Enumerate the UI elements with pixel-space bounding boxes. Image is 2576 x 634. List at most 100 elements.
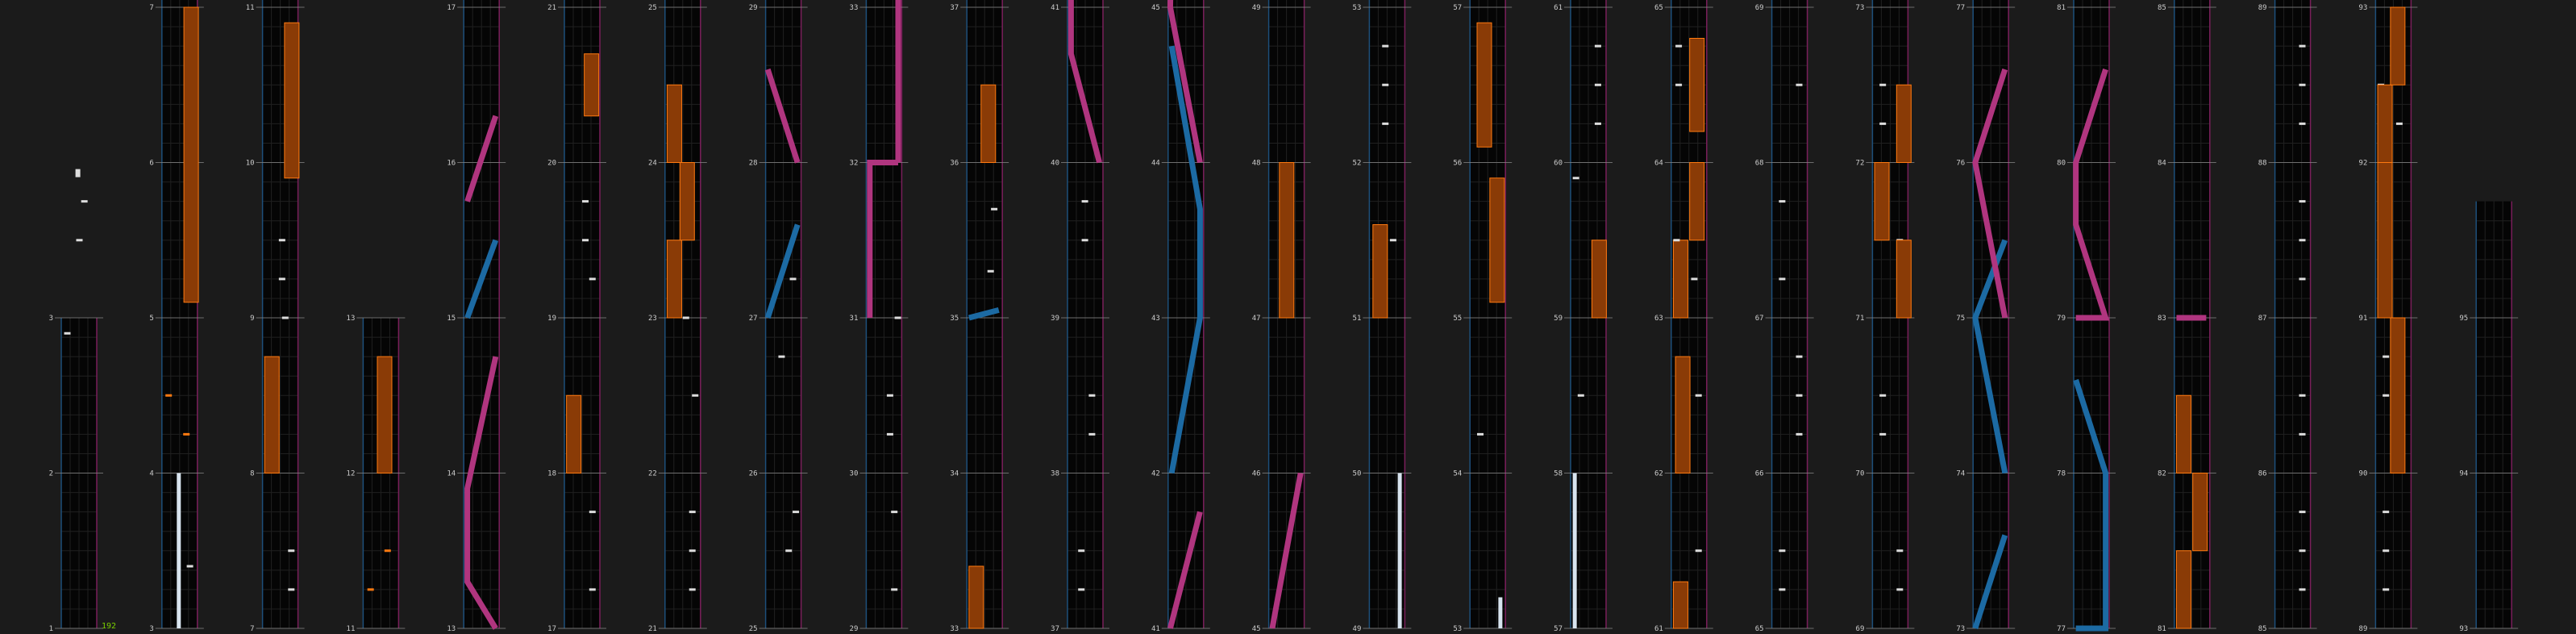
hold-note <box>1689 38 1705 132</box>
hold-note <box>666 84 682 163</box>
tap-note <box>689 588 696 591</box>
measure-number: 37 <box>1051 625 1059 633</box>
measure-number: 93 <box>2459 625 2468 633</box>
measure-number: 54 <box>1453 470 1462 478</box>
tap-note <box>288 588 295 591</box>
tap-note <box>1695 549 1702 553</box>
measure-number: 85 <box>2158 4 2166 12</box>
measure-number: 24 <box>648 160 657 168</box>
measure-number: 72 <box>1856 160 1865 168</box>
tap-note <box>1389 239 1396 242</box>
tap-note <box>1088 394 1096 397</box>
tap-note <box>2299 394 2306 397</box>
measure-number: 11 <box>347 625 356 633</box>
measure-number: 82 <box>2158 470 2166 478</box>
hold-note <box>1689 162 1705 241</box>
tap-note <box>2382 511 2390 514</box>
tap-note <box>1088 432 1096 436</box>
tap-note <box>891 588 898 591</box>
tap-note <box>689 511 696 514</box>
measure-number: 79 <box>2057 315 2066 323</box>
measure-number: 40 <box>1051 160 1059 168</box>
tap-note <box>1594 122 1601 125</box>
measure-number: 7 <box>250 625 254 633</box>
measure-number: 94 <box>2459 470 2468 478</box>
tap-note <box>991 207 998 211</box>
tap-note <box>75 169 81 177</box>
hold-note <box>2175 550 2191 629</box>
tap-note <box>2395 122 2403 125</box>
tap-note <box>76 239 83 242</box>
measure-number: 3 <box>49 315 53 323</box>
measure-number: 93 <box>2359 4 2368 12</box>
hold-note-white <box>1498 597 1503 628</box>
measure-number: 10 <box>246 160 255 168</box>
tap-note <box>1572 177 1579 180</box>
measure-number: 16 <box>447 160 456 168</box>
hold-note <box>2390 6 2406 86</box>
measure-number: 50 <box>1353 470 1362 478</box>
hold-note <box>1372 224 1388 319</box>
hold-note <box>1591 240 1607 319</box>
measure-number: 49 <box>1252 4 1261 12</box>
tap-note <box>2299 549 2306 553</box>
measure-number: 53 <box>1353 4 1362 12</box>
measure-number: 15 <box>447 315 456 323</box>
tap-note <box>2382 394 2390 397</box>
hold-note <box>584 53 600 117</box>
tap-note <box>278 277 285 281</box>
measure-number: 62 <box>1654 470 1663 478</box>
measure-number: 25 <box>648 4 657 12</box>
measure-number: 77 <box>2057 625 2066 633</box>
measure-number: 74 <box>1956 470 1965 478</box>
measure-number: 57 <box>1554 625 1563 633</box>
measure-number: 33 <box>950 625 959 633</box>
tap-note <box>1695 394 1702 397</box>
measure-number: 5 <box>149 315 153 323</box>
measure-number: 46 <box>1252 470 1261 478</box>
measure-number: 55 <box>1453 315 1462 323</box>
measure-number: 23 <box>648 315 657 323</box>
tap-note <box>1796 432 1803 436</box>
rhythm-chart: 1233456778910111112131314151617171819202… <box>49 0 2519 633</box>
tap-note <box>793 511 800 514</box>
measure-number: 19 <box>547 315 556 323</box>
tap-note <box>2299 239 2306 242</box>
hold-note <box>1874 162 1890 241</box>
measure-number: 11 <box>246 4 255 12</box>
measure-number: 89 <box>2258 4 2267 12</box>
marker-note <box>165 394 173 397</box>
hold-note <box>968 565 984 629</box>
measure-number: 3 <box>149 625 153 633</box>
tap-note <box>1078 549 1085 553</box>
measure-number: 66 <box>1755 470 1764 478</box>
measure-number: 65 <box>1755 625 1764 633</box>
tap-note <box>682 316 689 319</box>
measure-number: 86 <box>2258 470 2267 478</box>
measure-number: 57 <box>1453 4 1462 12</box>
measure-number: 56 <box>1453 160 1462 168</box>
measure-number: 48 <box>1252 160 1261 168</box>
tap-note <box>2299 588 2306 591</box>
tap-note <box>1382 83 1389 86</box>
measure-number: 25 <box>749 625 758 633</box>
measure-number: 14 <box>447 470 456 478</box>
tap-note <box>1382 44 1389 48</box>
hold-note <box>1672 240 1688 319</box>
tap-note <box>2382 588 2390 591</box>
tap-note <box>81 200 88 203</box>
measure-number: 68 <box>1755 160 1764 168</box>
tap-note <box>186 565 194 568</box>
measure-number: 31 <box>850 315 859 323</box>
tap-note <box>987 269 994 273</box>
tap-note <box>1691 277 1698 281</box>
hold-note <box>1896 240 1912 319</box>
tap-note <box>886 432 893 436</box>
marker-note <box>183 432 190 436</box>
tap-note <box>1477 432 1484 436</box>
tap-note <box>1675 44 1683 48</box>
measure-number: 17 <box>547 625 556 633</box>
measure-number: 78 <box>2057 470 2066 478</box>
hold-note <box>666 240 682 319</box>
measure-number: 69 <box>1856 625 1865 633</box>
